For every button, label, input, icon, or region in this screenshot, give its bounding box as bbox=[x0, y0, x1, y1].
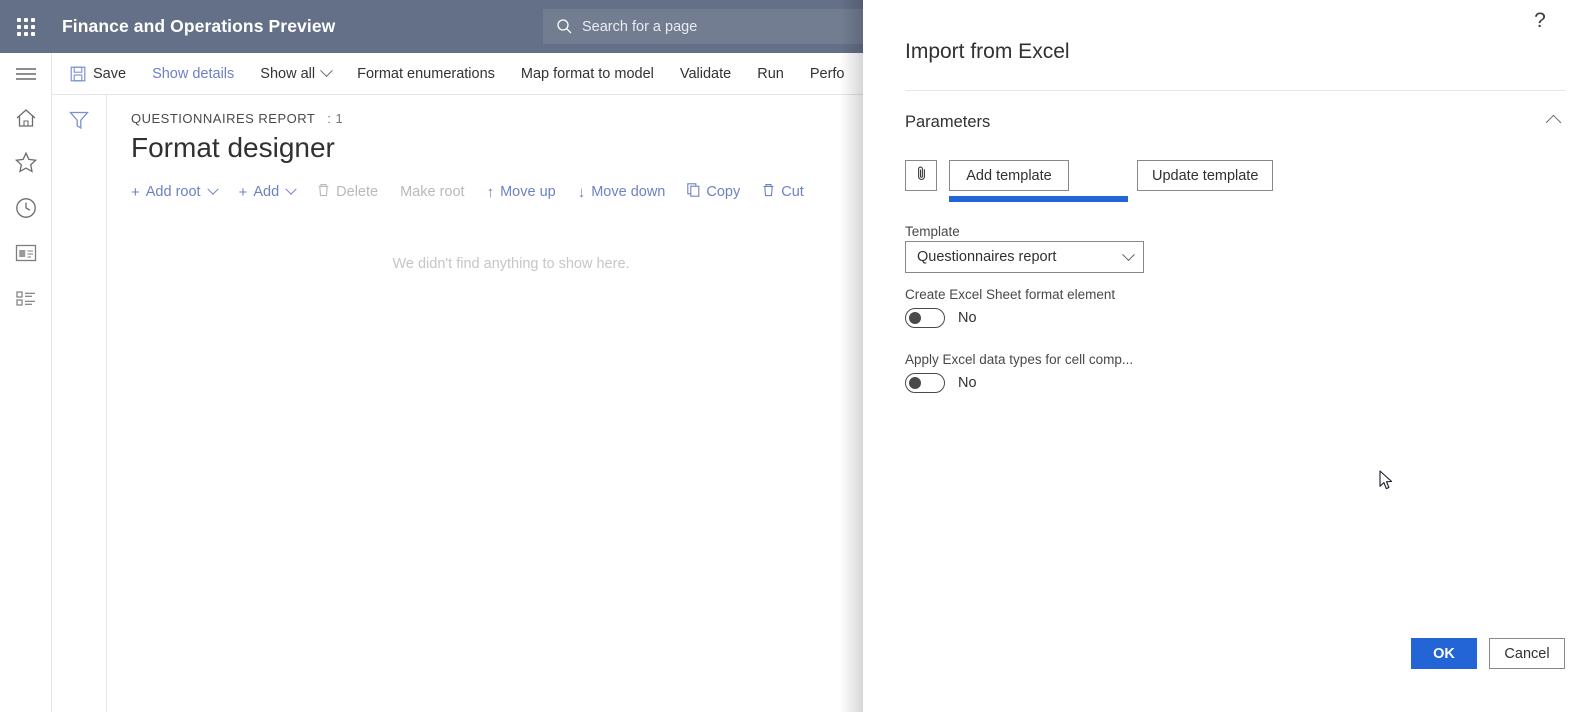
copy-label: Copy bbox=[706, 184, 741, 200]
app-launcher-icon[interactable] bbox=[0, 0, 52, 53]
plus-icon: + bbox=[131, 183, 140, 201]
hamburger-menu-icon[interactable] bbox=[0, 53, 52, 95]
toolbar-run-label: Run bbox=[757, 65, 784, 82]
apply-excel-data-types-row: No bbox=[905, 373, 1133, 393]
panel-drop-shadow bbox=[840, 0, 863, 712]
move-down-button[interactable]: ↓ Move down bbox=[578, 184, 666, 201]
toggle-knob bbox=[909, 312, 921, 324]
toolbar-map-format-to-model-label: Map format to model bbox=[520, 65, 654, 82]
attach-file-button[interactable] bbox=[905, 160, 937, 191]
upload-progress-fill bbox=[949, 196, 1128, 202]
trash-icon bbox=[762, 183, 775, 201]
dialog-divider bbox=[905, 90, 1565, 91]
create-excel-sheet-format-element-label: Create Excel Sheet format element bbox=[905, 287, 1116, 302]
toolbar-validate-button[interactable]: Validate bbox=[667, 53, 744, 94]
apply-excel-data-types-value: No bbox=[958, 375, 977, 391]
create-excel-sheet-format-element-group: Create Excel Sheet format element No bbox=[905, 287, 1115, 328]
cut-label: Cut bbox=[781, 184, 804, 200]
make-root-button: Make root bbox=[400, 184, 464, 200]
save-icon bbox=[70, 66, 86, 82]
filter-strip bbox=[52, 95, 107, 712]
import-from-excel-dialog: ? Import from Excel Parameters Add templ… bbox=[863, 0, 1589, 712]
left-icon-rail bbox=[0, 53, 52, 712]
copy-icon bbox=[687, 183, 700, 201]
help-icon[interactable]: ? bbox=[1527, 8, 1553, 34]
parameters-section-header[interactable]: Parameters bbox=[905, 106, 1565, 138]
breadcrumb-suffix: : 1 bbox=[327, 111, 344, 126]
filter-funnel-icon[interactable] bbox=[66, 107, 92, 133]
toolbar-show-all-button[interactable]: Show all bbox=[247, 53, 344, 94]
delete-button: Delete bbox=[317, 183, 378, 201]
breadcrumb-text: QUESTIONNAIRES REPORT bbox=[131, 111, 316, 126]
template-select[interactable]: Questionnaires report bbox=[905, 241, 1144, 273]
toolbar-save-label: Save bbox=[93, 65, 127, 82]
toolbar-run-button[interactable]: Run bbox=[744, 53, 797, 94]
chevron-down-icon bbox=[206, 183, 219, 195]
toolbar-show-all-label: Show all bbox=[260, 65, 316, 82]
arrow-up-icon: ↑ bbox=[486, 183, 495, 201]
app-title: Finance and Operations Preview bbox=[62, 16, 336, 36]
move-down-label: Move down bbox=[591, 184, 666, 200]
template-field-label: Template bbox=[905, 224, 960, 239]
parameters-section-title: Parameters bbox=[905, 112, 991, 131]
make-root-label: Make root bbox=[400, 184, 465, 200]
chevron-down-icon bbox=[320, 64, 333, 78]
trash-icon bbox=[317, 183, 330, 201]
toolbar-map-format-to-model-button[interactable]: Map format to model bbox=[508, 53, 667, 94]
toolbar-format-enumerations-button[interactable]: Format enumerations bbox=[344, 53, 508, 94]
toolbar-show-details-button[interactable]: Show details bbox=[139, 53, 247, 94]
home-icon[interactable] bbox=[0, 95, 52, 140]
add-label: Add bbox=[253, 184, 280, 200]
dialog-title: Import from Excel bbox=[905, 40, 1070, 63]
update-template-wrap: Update template bbox=[1137, 160, 1274, 191]
copy-button[interactable]: Copy bbox=[687, 183, 740, 201]
delete-label: Delete bbox=[336, 184, 379, 200]
search-placeholder: Search for a page bbox=[582, 18, 698, 35]
plus-icon: + bbox=[238, 183, 248, 201]
chevron-down-icon bbox=[285, 183, 297, 195]
arrow-down-icon: ↓ bbox=[577, 183, 586, 201]
app-root: Finance and Operations Preview Search fo… bbox=[0, 0, 1589, 712]
upload-progress-bar bbox=[949, 196, 1128, 202]
star-icon[interactable] bbox=[0, 140, 52, 185]
dialog-footer: OK Cancel bbox=[905, 638, 1565, 669]
empty-state-message: We didn't find anything to show here. bbox=[392, 256, 630, 272]
toolbar-validate-label: Validate bbox=[679, 65, 732, 82]
add-template-button[interactable]: Add template bbox=[949, 160, 1069, 191]
toolbar-save-button[interactable]: Save bbox=[52, 53, 139, 94]
app-launcher-grid bbox=[17, 17, 35, 36]
create-excel-sheet-format-element-row: No bbox=[905, 308, 1115, 328]
chevron-down-icon bbox=[1122, 247, 1135, 261]
create-excel-sheet-format-element-toggle[interactable] bbox=[905, 308, 945, 328]
toggle-knob bbox=[909, 377, 921, 389]
chevron-up-icon[interactable] bbox=[1545, 114, 1562, 130]
template-button-row: Add template Update template bbox=[905, 160, 1274, 202]
search-icon bbox=[556, 18, 573, 35]
apply-excel-data-types-toggle[interactable] bbox=[905, 373, 945, 393]
add-button[interactable]: + Add bbox=[238, 183, 297, 201]
cancel-button[interactable]: Cancel bbox=[1489, 638, 1565, 669]
clock-icon[interactable] bbox=[0, 185, 52, 230]
ok-button[interactable]: OK bbox=[1411, 638, 1477, 669]
cut-button[interactable]: Cut bbox=[762, 183, 804, 201]
update-template-button[interactable]: Update template bbox=[1137, 160, 1274, 191]
apply-excel-data-types-label: Apply Excel data types for cell comp... bbox=[905, 352, 1134, 367]
toolbar-show-details-label: Show details bbox=[152, 65, 235, 82]
toolbar-format-enumerations-label: Format enumerations bbox=[357, 65, 495, 82]
create-excel-sheet-format-element-value: No bbox=[958, 310, 977, 326]
move-up-label: Move up bbox=[500, 184, 556, 200]
template-select-value: Questionnaires report bbox=[917, 249, 1057, 265]
move-up-button[interactable]: ↑ Move up bbox=[487, 184, 556, 201]
paperclip-icon bbox=[914, 165, 929, 187]
apply-excel-data-types-group: Apply Excel data types for cell comp... … bbox=[905, 352, 1133, 393]
list-icon[interactable] bbox=[0, 275, 52, 320]
add-root-label: Add root bbox=[145, 184, 201, 200]
workspace-icon[interactable] bbox=[0, 230, 52, 275]
add-template-wrap: Add template bbox=[949, 160, 1128, 202]
add-root-button[interactable]: + Add root bbox=[131, 183, 219, 201]
